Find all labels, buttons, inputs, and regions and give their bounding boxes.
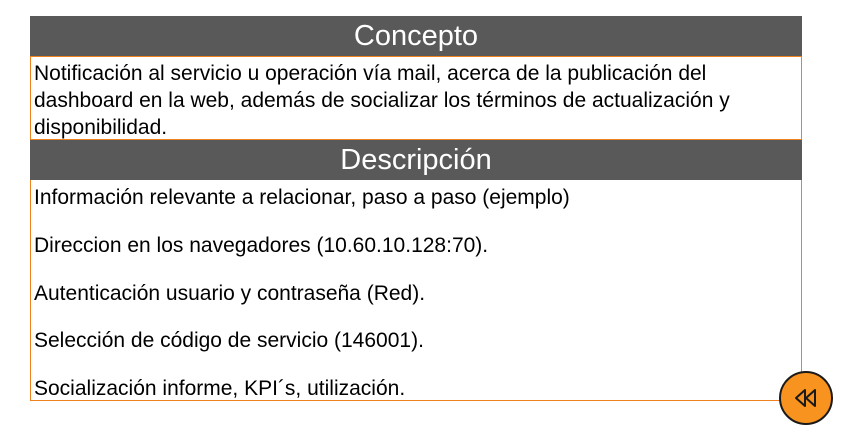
concept-text: Notificación al servicio u operación vía… xyxy=(34,62,730,139)
description-title: Descripción xyxy=(340,143,492,176)
description-item: Selección de código de servicio (146001)… xyxy=(34,329,424,352)
rewind-icon xyxy=(795,389,816,407)
concept-title: Concepto xyxy=(353,19,479,52)
description-box: Información relevante a relacionar, paso… xyxy=(30,180,802,401)
back-button[interactable] xyxy=(779,371,833,425)
concept-header: Concepto xyxy=(30,16,802,56)
concept-box: Notificación al servicio u operación vía… xyxy=(30,56,802,140)
description-header: Descripción xyxy=(30,140,802,180)
description-item: Autenticación usuario y contraseña (Red)… xyxy=(34,282,426,305)
description-item: Direccion en los navegadores (10.60.10.1… xyxy=(34,234,489,257)
description-item: Socialización informe, KPI´s, utilizació… xyxy=(34,377,406,400)
description-item: Información relevante a relacionar, paso… xyxy=(34,186,570,209)
